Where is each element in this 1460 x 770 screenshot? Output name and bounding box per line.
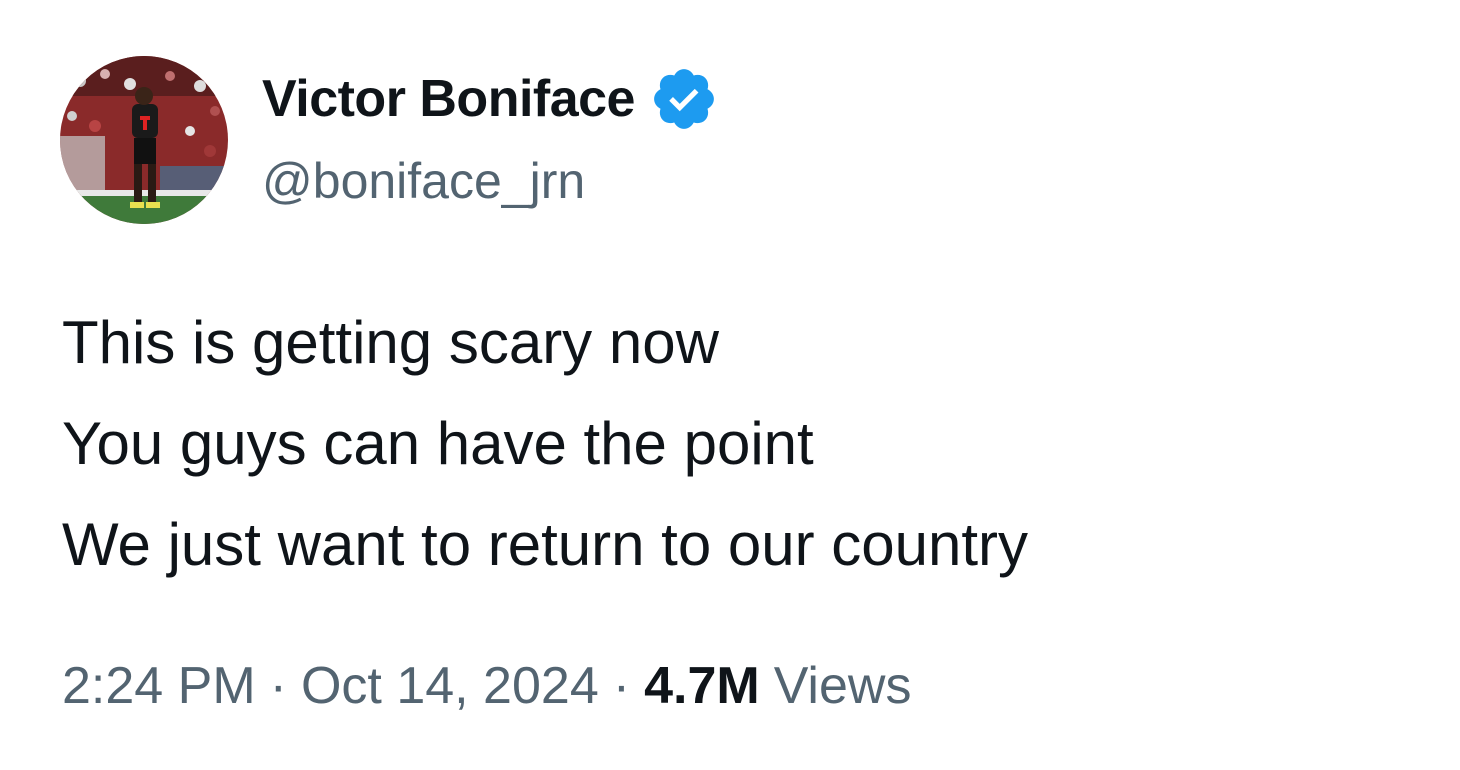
author-display-name[interactable]: Victor Boniface [262, 69, 635, 129]
views-count: 4.7M [644, 657, 760, 715]
views-label: Views [773, 657, 912, 715]
tweet-text-line: We just want to return to our country [62, 511, 1029, 578]
avatar[interactable] [60, 56, 228, 224]
meta-separator: · [269, 657, 287, 715]
tweet-date[interactable]: Oct 14, 2024 [301, 656, 599, 716]
tweet-meta: 2:24 PM · Oct 14, 2024 · 4.7M Views [62, 656, 911, 716]
tweet-text-line: You guys can have the point [62, 410, 814, 477]
meta-separator: · [612, 657, 631, 715]
author-handle[interactable]: @boniface_jrn [262, 152, 719, 210]
avatar-photo [60, 56, 228, 224]
tweet-card: Victor Boniface @boniface_jrn This is ge… [0, 0, 1460, 770]
tweet-time[interactable]: 2:24 PM [62, 656, 256, 716]
tweet-header: Victor Boniface @boniface_jrn [60, 56, 719, 226]
name-row: Victor Boniface [262, 68, 719, 130]
verified-badge-icon[interactable] [649, 64, 719, 134]
tweet-text-line: This is getting scary now [62, 309, 719, 376]
author-identity: Victor Boniface @boniface_jrn [262, 68, 719, 210]
tweet-text: This is getting scary now You guys can h… [62, 292, 1028, 595]
